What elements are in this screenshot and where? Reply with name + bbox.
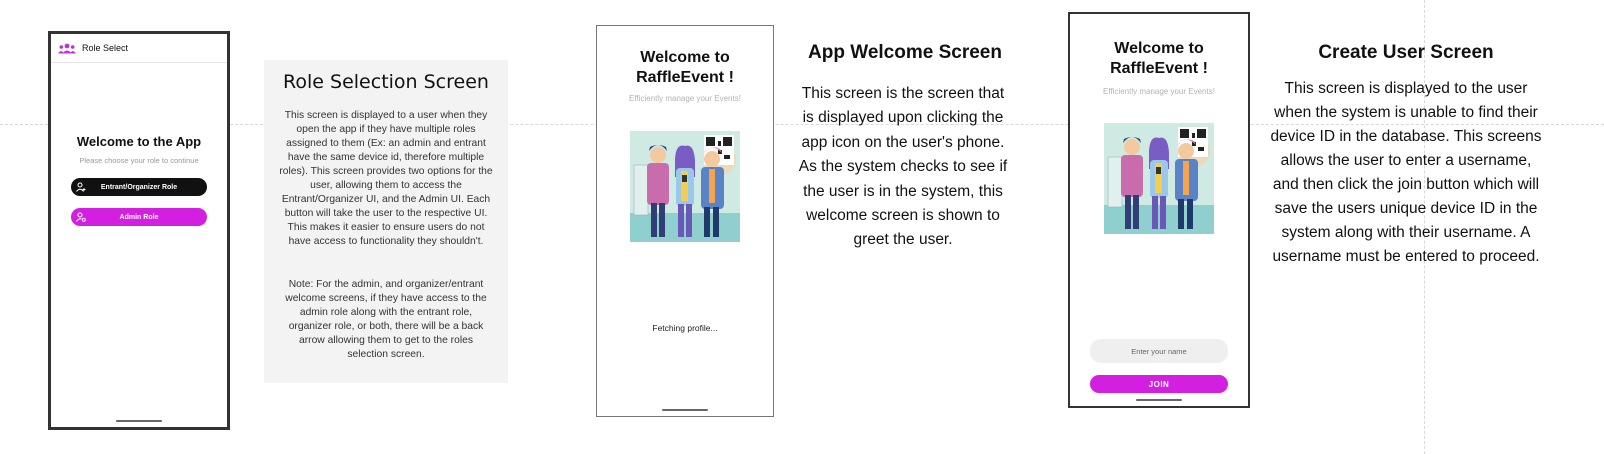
- group-icon: [58, 43, 76, 53]
- create-user-phone: Welcome to RaffleEvent ! Efficiently man…: [1068, 12, 1250, 408]
- join-button[interactable]: JOIN: [1090, 375, 1228, 393]
- admin-role-button[interactable]: Admin Role: [71, 208, 207, 226]
- welcome-subtitle: Efficiently manage your Events!: [629, 94, 741, 103]
- home-indicator: [116, 420, 162, 422]
- raffle-illustration: [630, 131, 740, 242]
- role-selection-description-panel: Role Selection Screen This screen is dis…: [264, 60, 508, 383]
- role-panel-note: Note: For the admin, and organizer/entra…: [285, 279, 487, 360]
- role-select-phone: Role Select Welcome to the App Please ch…: [48, 31, 230, 430]
- welcome-title: Welcome to RaffleEvent !: [597, 48, 773, 88]
- entrant-organizer-role-button[interactable]: Entrant/Organizer Role: [71, 178, 207, 196]
- role-panel-paragraph: This screen is displayed to a user when …: [279, 110, 493, 247]
- welcome-title-line1: Welcome to: [640, 49, 730, 66]
- appbar-title: Role Select: [82, 43, 129, 53]
- app-welcome-description: This screen is the screen that is displa…: [798, 85, 1008, 249]
- raffle-illustration: [1104, 123, 1214, 234]
- create-user-description: This screen is displayed to the user whe…: [1270, 80, 1542, 265]
- admin-gear-icon: [76, 212, 86, 222]
- welcome-subtitle: Please choose your role to continue: [79, 156, 199, 165]
- admin-role-label: Admin Role: [119, 213, 159, 221]
- fetching-status: Fetching profile...: [652, 323, 718, 333]
- person-icon: [76, 182, 86, 192]
- welcome-subtitle: Efficiently manage your Events!: [1103, 87, 1215, 96]
- home-indicator: [1136, 399, 1182, 401]
- app-welcome-heading: App Welcome Screen: [808, 42, 1002, 63]
- app-welcome-phone: Welcome to RaffleEvent ! Efficiently man…: [596, 25, 774, 417]
- welcome-title-line1: Welcome to: [1114, 40, 1204, 57]
- entrant-organizer-role-label: Entrant/Organizer Role: [100, 183, 178, 191]
- name-input[interactable]: [1090, 339, 1228, 363]
- home-indicator: [662, 409, 708, 411]
- role-panel-title: Role Selection Screen: [283, 71, 489, 93]
- welcome-title: Welcome to RaffleEvent !: [1070, 39, 1248, 79]
- welcome-title-line2: RaffleEvent !: [636, 69, 734, 86]
- welcome-title-line2: RaffleEvent !: [1110, 60, 1208, 77]
- create-user-heading: Create User Screen: [1318, 42, 1494, 63]
- appbar: Role Select: [51, 34, 227, 63]
- welcome-heading: Welcome to the App: [76, 134, 202, 149]
